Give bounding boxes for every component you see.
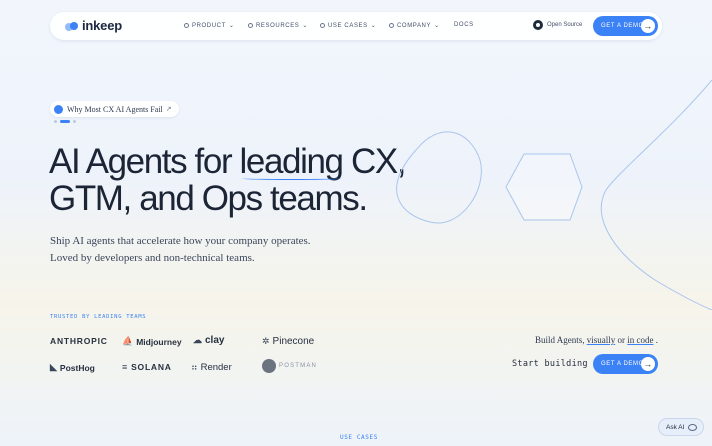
- customer-logos: ANTHROPIC ⛵ Midjourney ☁ clay ✲ Pinecone ◣ P…: [50, 332, 330, 376]
- arrow-right-icon: →: [641, 19, 655, 33]
- postman-icon: [262, 359, 276, 373]
- hero-title-highlight: leading: [239, 142, 344, 181]
- sail-icon: ⛵: [122, 336, 134, 346]
- circle-icon: [389, 23, 394, 28]
- inkeep-logo-icon: [65, 21, 79, 31]
- posthog-logo: ◣ PostHog: [50, 362, 95, 373]
- ask-ai-button[interactable]: Ask AI: [658, 418, 704, 436]
- circle-icon: [320, 23, 325, 28]
- carousel-dot-active[interactable]: [60, 120, 70, 123]
- github-link[interactable]: Open Source: [533, 20, 582, 30]
- nav-docs[interactable]: DOCS: [454, 22, 474, 28]
- start-building-label: Start building: [512, 359, 588, 369]
- use-cases-section-label: USE CASES: [340, 434, 378, 441]
- chevron-down-icon: ⌄: [370, 23, 377, 29]
- hero-title: AI Agents for leading CX, GTM, and Ops t…: [49, 142, 407, 218]
- eye-icon: [688, 423, 698, 431]
- nav-company[interactable]: COMPANY ⌄: [389, 22, 440, 29]
- blob-shape: [396, 131, 482, 224]
- announcement-icon: [54, 104, 63, 114]
- pinecone-logo: ✲ Pinecone: [262, 336, 315, 347]
- build-agents-text: Build Agents, visually or in code .: [534, 335, 658, 345]
- circle-icon: [184, 23, 189, 28]
- hedgehog-icon: ◣: [50, 362, 57, 372]
- visually-link[interactable]: visually: [587, 335, 616, 345]
- curve-shape: [600, 80, 712, 310]
- hero-subtitle: Ship AI agents that accelerate how your …: [50, 235, 311, 264]
- chevron-down-icon: ⌄: [434, 23, 440, 29]
- decorative-shapes: [396, 80, 712, 310]
- github-icon: [533, 20, 543, 30]
- arrow-right-icon: →: [641, 357, 655, 371]
- get-demo-button[interactable]: GET A DEMO →: [593, 16, 658, 36]
- in-code-link[interactable]: in code: [627, 335, 653, 345]
- logo-text: inkeep: [82, 18, 122, 33]
- carousel-dot[interactable]: [54, 120, 57, 123]
- nav-product[interactable]: PRODUCT ⌄: [184, 22, 235, 29]
- solana-logo: ≡ SOLANA: [122, 362, 172, 372]
- nav-use-cases[interactable]: USE CASES ⌄: [320, 22, 376, 29]
- clay-logo: ☁ clay: [193, 335, 225, 346]
- solana-icon: ≡: [122, 362, 129, 372]
- external-link-icon: ↗: [165, 106, 172, 113]
- carousel-dots: [54, 120, 76, 123]
- carousel-dot[interactable]: [73, 120, 76, 123]
- chevron-down-icon: ⌄: [302, 23, 309, 29]
- inkeep-logo[interactable]: inkeep: [65, 18, 122, 33]
- midjourney-logo: ⛵ Midjourney: [122, 336, 182, 347]
- get-demo-button-secondary[interactable]: GET A DEMO →: [593, 354, 658, 374]
- render-icon: ⠶: [191, 362, 198, 372]
- pinecone-icon: ✲: [262, 336, 270, 346]
- circle-icon: [248, 23, 253, 28]
- clay-icon: ☁: [193, 335, 202, 345]
- postman-logo: POSTMAN: [262, 359, 317, 373]
- announcement-pill[interactable]: Why Most CX AI Agents Fail ↗: [50, 101, 179, 117]
- top-navigation: inkeep PRODUCT ⌄ RESOURCES ⌄ USE CASES ⌄…: [50, 12, 662, 40]
- chevron-down-icon: ⌄: [228, 23, 235, 29]
- hexagon-shape: [505, 153, 583, 221]
- render-logo: ⠶ Render: [191, 362, 232, 373]
- trusted-label: TRUSTED BY LEADING TEAMS: [50, 314, 147, 320]
- nav-resources[interactable]: RESOURCES ⌄: [248, 22, 308, 29]
- anthropic-logo: ANTHROPIC: [50, 336, 108, 346]
